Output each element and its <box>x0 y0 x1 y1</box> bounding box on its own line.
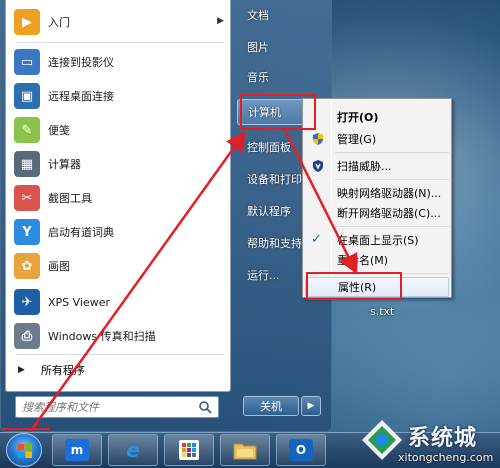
menu-item-label: 断开网络驱动器(C)... <box>337 207 441 220</box>
program-label: 计算器 <box>48 158 81 171</box>
watermark-url: xitongcheng.com <box>398 451 494 464</box>
sticky-notes-icon: ✎ <box>14 117 40 143</box>
menu-item-manage[interactable]: 管理(G) <box>305 129 449 149</box>
menu-item-scan-threats[interactable]: 扫描威胁... <box>305 156 449 176</box>
menu-separator <box>335 179 449 180</box>
program-label: XPS Viewer <box>48 295 111 309</box>
internet-explorer-icon: e <box>126 438 140 462</box>
antivirus-shield-icon <box>313 160 323 172</box>
right-item-documents[interactable]: 文档 <box>237 2 325 28</box>
taskbar-explorer-button[interactable] <box>220 434 270 466</box>
snipping-tool-icon: ✂ <box>14 185 40 211</box>
menu-item-open[interactable]: 打开(O) <box>305 107 449 127</box>
program-label: 远程桌面连接 <box>48 90 114 103</box>
program-item-snipping-tool[interactable]: ✂ 截图工具 <box>10 182 228 214</box>
taskbar-outlook-button[interactable]: O <box>276 434 326 466</box>
right-item-music[interactable]: 音乐 <box>237 64 325 90</box>
program-item-getting-started[interactable]: ▶ 入门 ▶ <box>10 6 228 38</box>
app-grid-icon <box>179 440 199 460</box>
program-label: 启动有道词典 <box>48 226 114 239</box>
calculator-icon: ▦ <box>14 151 40 177</box>
program-item-calculator[interactable]: ▦ 计算器 <box>10 148 228 180</box>
program-item-youdao[interactable]: Y 启动有道词典 <box>10 216 228 248</box>
program-item-fax-scan[interactable]: ⎙ Windows 传真和扫描 <box>10 320 228 352</box>
menu-item-map-drive[interactable]: 映射网络驱动器(N)... <box>305 183 449 203</box>
shutdown-options-button[interactable]: ▶ <box>301 396 321 416</box>
outlook-icon: O <box>289 439 313 461</box>
start-menu: ▶ 入门 ▶ ▭ 连接到投影仪 ▣ 远程桌面连接 ✎ 便笺 ▦ 计算器 ✂ 截图… <box>0 0 332 432</box>
youdao-dict-icon: Y <box>14 219 40 245</box>
checkmark-icon: ✓ <box>311 232 322 247</box>
menu-item-label: 管理(G) <box>337 133 377 146</box>
right-item-pictures[interactable]: 图片 <box>237 34 325 60</box>
separator <box>16 42 224 43</box>
program-item-xps-viewer[interactable]: ✈ XPS Viewer <box>10 286 228 318</box>
taskbar-ie-button[interactable]: e <box>108 434 158 466</box>
thunder-app-icon: m <box>65 439 89 461</box>
projector-icon: ▭ <box>14 49 40 75</box>
menu-item-rename[interactable]: 重命名(M) <box>305 250 449 270</box>
menu-item-disconnect-drive[interactable]: 断开网络驱动器(C)... <box>305 203 449 223</box>
search-box[interactable] <box>15 396 219 418</box>
menu-item-label: 属性(R) <box>338 281 377 294</box>
chevron-right-icon: ▶ <box>307 401 315 411</box>
context-menu: 打开(O) 管理(G) 扫描威胁... 映射网络驱动器(N)... 断开网络驱动… <box>302 98 452 298</box>
paint-icon: ✿ <box>14 253 40 279</box>
program-label: 连接到投影仪 <box>48 56 114 69</box>
shield-icon <box>313 133 323 145</box>
program-label: Windows 传真和扫描 <box>48 330 156 343</box>
windows-logo-icon <box>18 444 32 458</box>
program-item-remote-desktop[interactable]: ▣ 远程桌面连接 <box>10 80 228 112</box>
menu-item-label: 映射网络驱动器(N)... <box>337 187 442 200</box>
menu-item-label: 重命名(M) <box>337 254 389 267</box>
menu-item-label: 扫描威胁... <box>337 160 392 173</box>
taskbar-thunder-button[interactable]: m <box>52 434 102 466</box>
submenu-arrow-icon: ▶ <box>217 16 224 26</box>
shutdown-button[interactable]: 关机 <box>243 396 299 416</box>
taskbar-app-grid-button[interactable] <box>164 434 214 466</box>
menu-item-show-on-desktop[interactable]: ✓ 在桌面上显示(S) <box>305 230 449 250</box>
program-item-sticky-notes[interactable]: ✎ 便笺 <box>10 114 228 146</box>
all-programs-button[interactable]: ▶ 所有程序 <box>10 358 228 382</box>
program-item-projector[interactable]: ▭ 连接到投影仪 <box>10 46 228 78</box>
program-label: 截图工具 <box>48 192 92 205</box>
separator <box>16 354 224 355</box>
program-label: 画图 <box>48 260 70 273</box>
menu-item-label: 打开(O) <box>337 111 379 124</box>
program-label: 便笺 <box>48 124 70 137</box>
watermark-text: 系统城 <box>408 426 478 451</box>
fax-scan-icon: ⎙ <box>14 323 40 349</box>
menu-separator <box>335 273 449 274</box>
menu-item-properties[interactable]: 属性(R) <box>305 277 449 297</box>
all-programs-label: 所有程序 <box>40 364 85 377</box>
program-item-paint[interactable]: ✿ 画图 <box>10 250 228 282</box>
menu-separator <box>335 226 449 227</box>
menu-separator <box>335 152 449 153</box>
start-button[interactable] <box>6 433 42 467</box>
menu-item-label: 在桌面上显示(S) <box>337 234 419 247</box>
desktop-file-label[interactable]: s.txt <box>370 305 394 318</box>
program-label: 入门 <box>48 16 70 29</box>
programs-pane: ▶ 入门 ▶ ▭ 连接到投影仪 ▣ 远程桌面连接 ✎ 便笺 ▦ 计算器 ✂ 截图… <box>5 0 231 392</box>
xps-viewer-icon: ✈ <box>14 289 40 315</box>
getting-started-icon: ▶ <box>14 9 40 35</box>
search-input[interactable] <box>22 400 190 414</box>
search-icon[interactable] <box>198 400 212 414</box>
remote-desktop-icon: ▣ <box>14 83 40 109</box>
expand-arrow-icon: ▶ <box>18 365 25 375</box>
windows-explorer-icon <box>233 443 257 460</box>
